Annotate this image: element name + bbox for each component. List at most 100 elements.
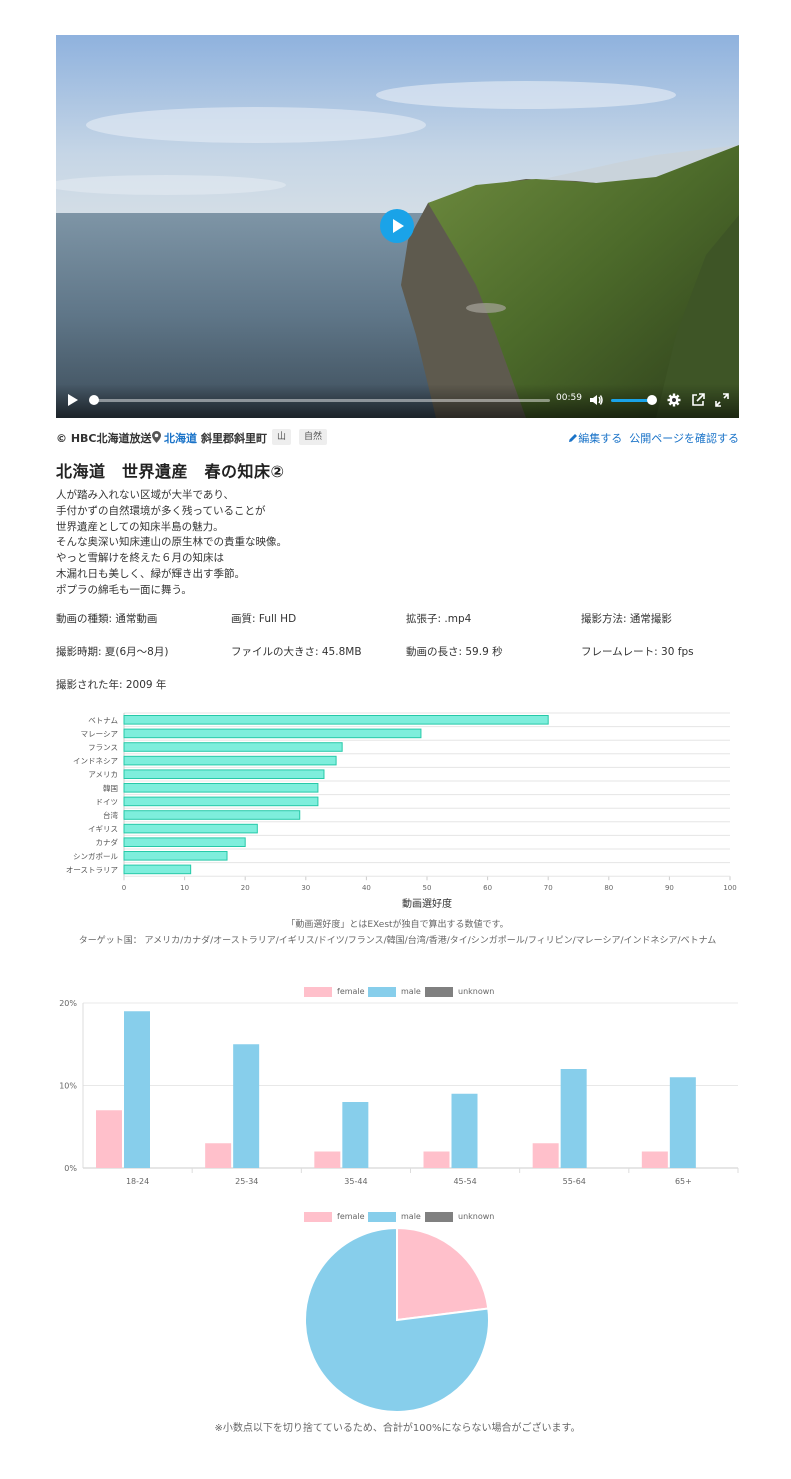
category-label: 韓国: [103, 783, 118, 793]
settings-icon[interactable]: [666, 392, 682, 408]
credit: © HBC北海道放送: [56, 432, 152, 445]
video-controls: 00:59: [56, 384, 739, 418]
x-tick-label: 10: [180, 884, 189, 892]
description-line: 木漏れ日も美しく、緑が輝き出す季節。: [56, 567, 245, 580]
volume-handle[interactable]: [647, 395, 657, 405]
bar: [123, 742, 343, 752]
popularity-chart: 0 10 20 30 40 50 60 70 80 90 100 ベトナムマレーシアフランスインドネシ…: [66, 712, 737, 910]
x-tick-label: 60: [483, 884, 492, 892]
x-tick-label: 45-54: [453, 1177, 476, 1186]
bar: [123, 810, 301, 820]
description-line: 手付かずの自然環境が多く残っていることが: [56, 504, 266, 517]
spec-type: 動画の種類: 通常動画: [56, 613, 158, 625]
x-tick-label: 18-24: [126, 1177, 149, 1186]
bar-female: [96, 1110, 122, 1168]
x-tick-label: 25-34: [235, 1177, 258, 1186]
x-tick-label: 30: [301, 884, 310, 892]
bar: [123, 823, 258, 834]
description: 人が踏み入れない区域が大半であり、 手付かずの自然環境が多く残っていることが 世…: [56, 488, 287, 599]
bar: [123, 796, 319, 807]
bar: [123, 783, 319, 793]
category-label: アメリカ: [88, 770, 118, 779]
description-line: ポプラの綿毛も一面に舞う。: [56, 583, 192, 596]
location-pin-icon: [152, 431, 161, 443]
description-line: 人が踏み入れない区域が大半であり、: [56, 489, 234, 501]
spec-method: 撮影方法: 通常撮影: [581, 613, 672, 625]
rounding-footnote: ※小数点以下を切り捨てているため、合計が100%にならない場合がございます。: [214, 1423, 581, 1434]
bar-female: [532, 1143, 559, 1168]
seek-handle[interactable]: [89, 395, 99, 405]
bar: [123, 715, 549, 725]
y-tick-label: 20%: [59, 999, 77, 1008]
x-tick-label: 80: [604, 884, 613, 892]
y-tick-label: 0%: [64, 1164, 77, 1173]
x-tick-label: 40: [362, 884, 371, 892]
category-label: オーストラリア: [66, 865, 118, 874]
spec-quality: 画質: Full HD: [231, 613, 297, 625]
seek-bar[interactable]: [90, 399, 550, 402]
bar-male: [342, 1102, 369, 1168]
category-label: インドネシア: [73, 757, 118, 766]
description-line: やっと雪解けを終えた６月の知床は: [56, 552, 224, 565]
prefecture-link[interactable]: 北海道: [164, 430, 197, 446]
spec-filesize: ファイルの大きさ: 45.8MB: [231, 646, 362, 658]
bar: [123, 769, 325, 780]
big-play-button[interactable]: [380, 209, 414, 243]
play-icon[interactable]: [68, 394, 78, 406]
video-meta: © HBC北海道放送 北海道 斜里郡斜里町 山 自然 編集する 公開ページを確認…: [56, 429, 739, 446]
bar: [123, 864, 192, 875]
category-label: シンガポール: [73, 851, 118, 861]
x-tick-label: 35-44: [344, 1177, 367, 1186]
spec-year: 撮影された年: 2009 年: [56, 679, 167, 691]
bar-male: [124, 1011, 150, 1168]
category-label: ドイツ: [96, 797, 119, 806]
bar-male: [560, 1069, 587, 1168]
external-link-icon[interactable]: [690, 392, 706, 408]
spec-season: 撮影時期: 夏(6月〜8月): [56, 646, 169, 658]
x-tick-label: 65+: [675, 1177, 692, 1186]
fullscreen-icon[interactable]: [714, 392, 730, 408]
bar-male: [669, 1077, 696, 1168]
pencil-icon: [569, 434, 578, 442]
volume-icon[interactable]: [588, 392, 604, 408]
tag-nature[interactable]: 自然: [299, 429, 328, 445]
bar-female: [641, 1151, 668, 1168]
time-display: 00:59: [556, 393, 582, 403]
edit-link[interactable]: 編集する: [578, 432, 622, 445]
bar: [123, 728, 422, 739]
action-links: 編集する 公開ページを確認する: [568, 430, 739, 446]
gender-age-chart: 0% 10% 20% 18-24 25-34 35-44 45-54 55-64 65+: [59, 999, 739, 1186]
description-line: そんな奥深い知床連山の原生林での貴重な映像。: [56, 536, 287, 549]
x-tick-label: 50: [423, 884, 432, 892]
public-page-link[interactable]: 公開ページを確認する: [629, 432, 739, 445]
bar: [123, 837, 246, 847]
x-tick-label: 100: [723, 884, 736, 892]
target-countries: ターゲット国： アメリカ/カナダ/オーストラリア/イギリス/ドイツ/フランス/韓…: [78, 936, 717, 946]
x-tick-label: 90: [665, 884, 674, 892]
volume-slider[interactable]: [611, 399, 651, 402]
x-tick-label: 20: [241, 884, 250, 892]
description-line: 世界遺産としての知床半島の魅力。: [56, 520, 224, 533]
y-tick-label: 10%: [59, 1082, 77, 1091]
bar-female: [423, 1151, 450, 1168]
bar: [123, 755, 337, 766]
x-tick-label: 70: [544, 884, 553, 892]
category-label: ベトナム: [88, 716, 118, 725]
page-title: 北海道 世界遺産 春の知床②: [56, 462, 285, 481]
x-axis-title: 動画選好度: [402, 897, 452, 910]
city-name: 斜里郡斜里町: [201, 432, 267, 445]
category-label: イギリス: [88, 825, 118, 834]
x-tick-label: 0: [122, 884, 126, 892]
pie-slice-female: [396, 1226, 490, 1322]
bar-male: [451, 1093, 478, 1168]
bar-female: [205, 1143, 232, 1168]
popularity-note: 「動画選好度」とはEXestが独自で算出する数値です。: [286, 920, 509, 930]
gender-pie-chart: [304, 1226, 490, 1413]
bar: [123, 851, 228, 861]
spec-framerate: フレームレート: 30 fps: [581, 646, 694, 658]
bar-male: [233, 1044, 260, 1168]
category-label: カナダ: [96, 837, 119, 847]
tag-mountain[interactable]: 山: [272, 429, 292, 445]
video-player[interactable]: 00:59: [56, 35, 739, 418]
category-label: マレーシア: [81, 729, 118, 738]
